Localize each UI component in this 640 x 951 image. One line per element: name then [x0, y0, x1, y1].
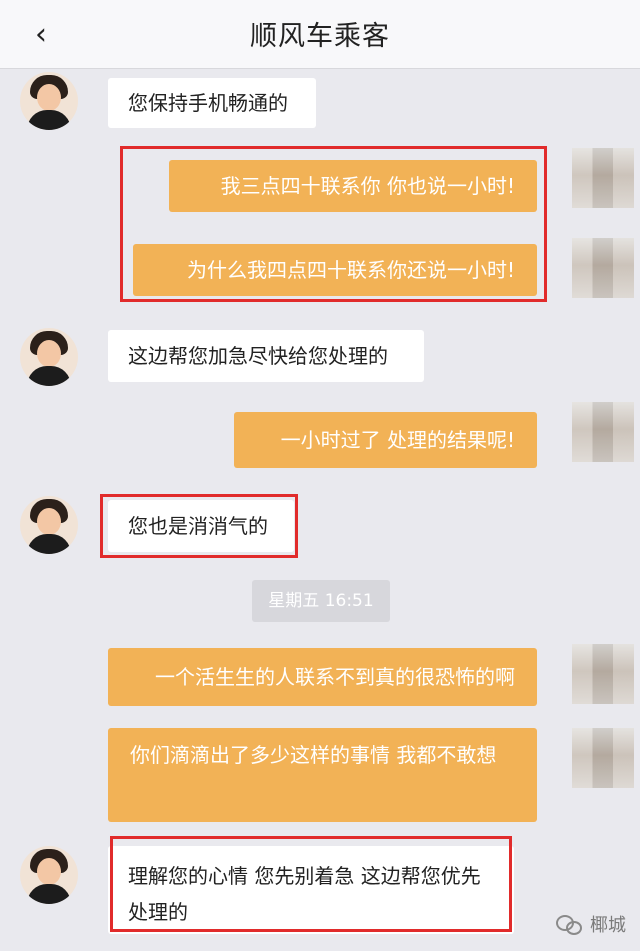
agent-avatar[interactable] — [20, 328, 78, 386]
user-avatar-pixelated[interactable] — [572, 728, 634, 788]
message-bubble-outgoing[interactable]: 一个活生生的人联系不到真的很恐怖的啊 — [108, 648, 537, 706]
message-bubble-incoming[interactable]: 这边帮您加急尽快给您处理的 — [108, 330, 424, 382]
chat-header: ‹ 顺风车乘客 — [0, 0, 640, 69]
agent-avatar[interactable] — [20, 72, 78, 130]
user-avatar-pixelated[interactable] — [572, 238, 634, 298]
user-avatar-pixelated[interactable] — [572, 148, 634, 208]
message-timestamp: 星期五 16:51 — [252, 580, 390, 622]
message-bubble-outgoing[interactable]: 你们滴滴出了多少这样的事情 我都不敢想 — [108, 728, 537, 822]
watermark-text: 椰城 — [590, 915, 626, 936]
message-bubble-outgoing[interactable]: 为什么我四点四十联系你还说一小时! — [133, 244, 537, 296]
highlight-box — [100, 494, 298, 558]
wechat-icon — [556, 913, 582, 935]
message-bubble-incoming[interactable]: 您保持手机畅通的 — [108, 78, 316, 128]
user-avatar-pixelated[interactable] — [572, 402, 634, 462]
user-avatar-pixelated[interactable] — [572, 644, 634, 704]
message-bubble-outgoing[interactable]: 我三点四十联系你 你也说一小时! — [169, 160, 537, 212]
message-bubble-outgoing[interactable]: 一小时过了 处理的结果呢! — [234, 412, 537, 468]
highlight-box — [110, 836, 512, 932]
agent-avatar[interactable] — [20, 496, 78, 554]
agent-avatar[interactable] — [20, 846, 78, 904]
chat-title: 顺风车乘客 — [250, 21, 390, 52]
watermark: 椰城 — [556, 911, 626, 937]
